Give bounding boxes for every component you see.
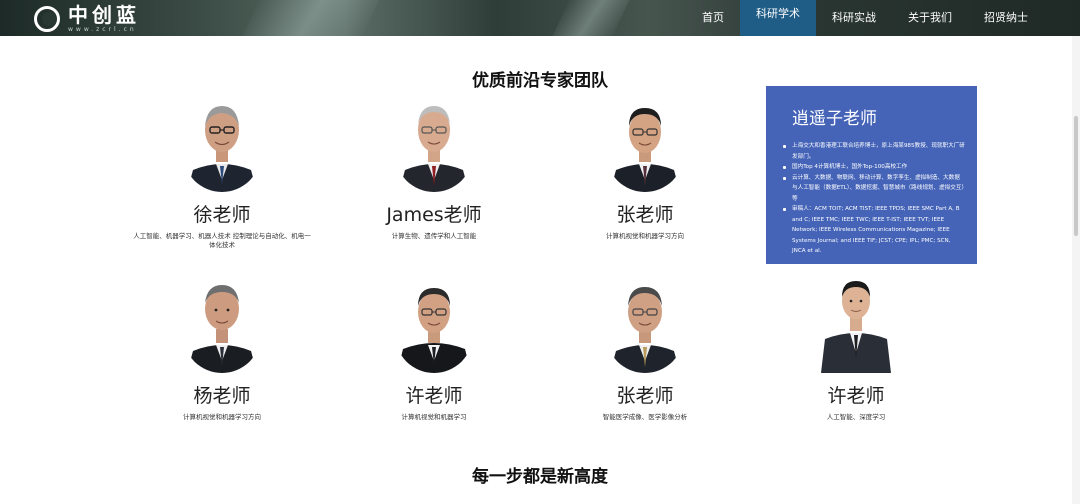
nav-careers[interactable]: 招贤纳士 bbox=[968, 0, 1080, 36]
avatar-glasses-suit-icon bbox=[606, 281, 684, 373]
featured-bullet: 云计算、大数据、物联网、移动计算、数字孪生、虚拟制造、大数据与人工智能（数据ET… bbox=[783, 173, 965, 205]
expert-name: 张老师 bbox=[616, 385, 674, 407]
logo-url: www.zcrl.cn bbox=[68, 26, 137, 33]
scrollbar-thumb[interactable] bbox=[1074, 116, 1078, 236]
avatar-senior-tie-icon bbox=[395, 100, 473, 192]
expert-card[interactable]: James老师 计算生物、遗传学和人工智能 bbox=[339, 100, 529, 241]
featured-expert-bullets: 上海交大和香港理工联合培养博士，原上海某985教授、现就职大厂研发部门。 国内T… bbox=[782, 141, 965, 257]
avatar-senior-glasses-icon bbox=[183, 100, 261, 192]
expert-name: 徐老师 bbox=[193, 204, 251, 226]
nav-home[interactable]: 首页 bbox=[686, 0, 740, 36]
expert-name: 许老师 bbox=[405, 385, 463, 407]
featured-bullet: 审稿人：ACM TOIT; ACM TIST; IEEE TPDS; IEEE … bbox=[783, 204, 965, 257]
expert-desc: 人工智能、机器学习、机器人技术 控制理论与自动化、机电一体化技术 bbox=[133, 232, 311, 249]
featured-bullet: 上海交大和香港理工联合培养博士，原上海某985教授、现就职大厂研发部门。 bbox=[783, 141, 965, 162]
expert-card[interactable]: 徐老师 人工智能、机器学习、机器人技术 控制理论与自动化、机电一体化技术 bbox=[127, 100, 317, 250]
expert-desc: 智能医学成像、医学影像分析 bbox=[602, 413, 688, 421]
expert-desc: 计算生物、遗传学和人工智能 bbox=[391, 232, 477, 240]
expert-name: 张老师 bbox=[616, 204, 674, 226]
expert-card[interactable]: 杨老师 计算机视觉和机器学习方向 bbox=[127, 281, 317, 422]
expert-desc: 计算机视觉和机器学习 bbox=[401, 413, 467, 421]
expert-name: James老师 bbox=[386, 204, 482, 226]
header-decoration bbox=[546, 0, 634, 36]
expert-name: 杨老师 bbox=[193, 385, 251, 407]
avatar-young-suit-icon bbox=[817, 281, 895, 373]
avatar-glasses-suit-icon bbox=[606, 100, 684, 192]
nav-research-academic[interactable]: 科研学术 bbox=[740, 0, 816, 36]
avatar-glasses-robe-icon bbox=[395, 281, 473, 373]
expert-desc: 人工智能、深度学习 bbox=[826, 413, 886, 421]
nav-research-practice[interactable]: 科研实战 bbox=[816, 0, 892, 36]
featured-bullet: 国内Top 4计算机博士，国外Top-100高校工作 bbox=[783, 162, 965, 173]
avatar-suit-icon bbox=[183, 281, 261, 373]
site-logo[interactable]: 中创蓝 www.zcrl.cn bbox=[34, 5, 140, 33]
logo-icon bbox=[34, 6, 60, 32]
nav-about-us[interactable]: 关于我们 bbox=[892, 0, 968, 36]
expert-name: 许老师 bbox=[827, 385, 885, 407]
site-header: 中创蓝 www.zcrl.cn 首页 科研学术 科研实战 关于我们 招贤纳士 bbox=[0, 0, 1080, 36]
featured-expert-panel[interactable]: 逍遥子老师 上海交大和香港理工联合培养博士，原上海某985教授、现就职大厂研发部… bbox=[766, 86, 977, 264]
expert-card[interactable]: 许老师 计算机视觉和机器学习 bbox=[339, 281, 529, 422]
header-decoration bbox=[236, 0, 384, 36]
expert-card[interactable]: 张老师 智能医学成像、医学影像分析 bbox=[550, 281, 740, 422]
expert-card[interactable]: 张老师 计算机视觉和机器学习方向 bbox=[550, 100, 740, 241]
logo-name: 中创蓝 bbox=[68, 3, 140, 27]
expert-desc: 计算机视觉和机器学习方向 bbox=[606, 232, 684, 240]
expert-desc: 计算机视觉和机器学习方向 bbox=[183, 413, 261, 421]
next-section-title: 每一步都是新高度 bbox=[472, 467, 608, 487]
page-scrollbar[interactable] bbox=[1072, 36, 1080, 504]
main-nav: 首页 科研学术 科研实战 关于我们 招贤纳士 bbox=[686, 0, 1080, 36]
expert-card[interactable]: 许老师 人工智能、深度学习 bbox=[761, 281, 951, 422]
featured-expert-name: 逍遥子老师 bbox=[792, 109, 877, 129]
